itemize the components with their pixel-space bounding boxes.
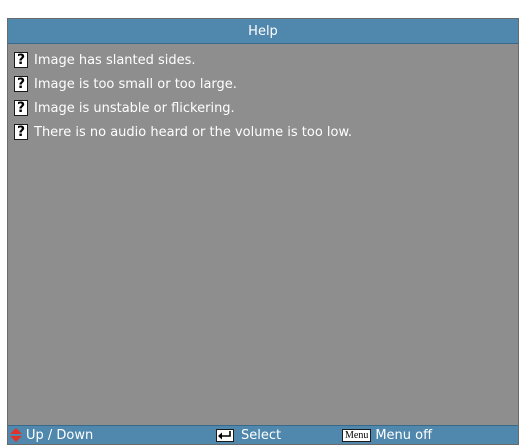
question-icon: ? bbox=[14, 100, 28, 116]
menu-hint: Menu Menu off bbox=[342, 426, 432, 444]
up-down-arrow-icon bbox=[10, 428, 22, 442]
select-hint: Select bbox=[216, 426, 281, 444]
updown-label: Up / Down bbox=[26, 427, 94, 443]
help-item-slanted-sides[interactable]: ? Image has slanted sides. bbox=[14, 48, 518, 72]
key-hint-bar: Up / Down Select Menu Menu off bbox=[8, 425, 518, 444]
question-icon: ? bbox=[14, 52, 28, 68]
help-item-audio[interactable]: ? There is no audio heard or the volume … bbox=[14, 120, 518, 144]
help-item-label: Image has slanted sides. bbox=[34, 52, 196, 68]
question-icon: ? bbox=[14, 124, 28, 140]
help-item-label: Image is too small or too large. bbox=[34, 76, 237, 92]
help-item-image-size[interactable]: ? Image is too small or too large. bbox=[14, 72, 518, 96]
updown-hint: Up / Down bbox=[10, 426, 93, 444]
help-item-label: There is no audio heard or the volume is… bbox=[34, 124, 353, 140]
enter-key-icon bbox=[216, 428, 234, 442]
help-list: ? Image has slanted sides. ? Image is to… bbox=[8, 44, 518, 426]
help-osd-panel: Help ? Image has slanted sides. ? Image … bbox=[7, 18, 519, 445]
help-title: Help bbox=[248, 23, 278, 39]
question-icon: ? bbox=[14, 76, 28, 92]
select-label: Select bbox=[241, 427, 282, 443]
menu-key-icon: Menu bbox=[342, 428, 372, 442]
help-title-bar: Help bbox=[8, 19, 518, 44]
menu-off-label: Menu off bbox=[375, 427, 433, 443]
help-item-label: Image is unstable or flickering. bbox=[34, 100, 235, 116]
help-item-flickering[interactable]: ? Image is unstable or flickering. bbox=[14, 96, 518, 120]
